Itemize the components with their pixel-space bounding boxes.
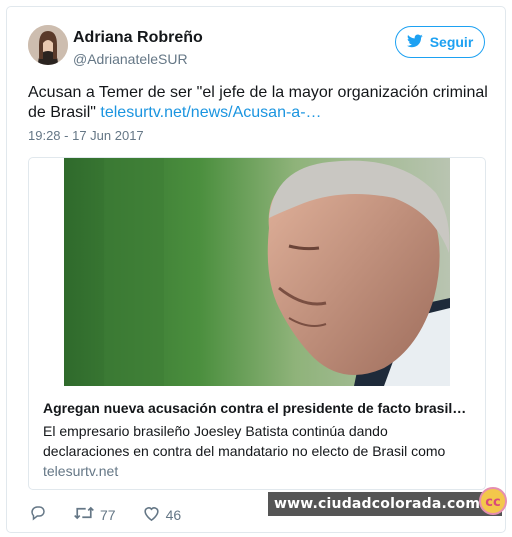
author-handle[interactable]: @AdrianateleSUR bbox=[73, 51, 188, 67]
reply-button[interactable] bbox=[29, 504, 47, 525]
retweet-button[interactable]: 77 bbox=[73, 504, 116, 525]
watermark-text: www.ciudadcolorada.com bbox=[274, 496, 481, 512]
link-preview-card[interactable]: Agregan nueva acusación contra el presid… bbox=[28, 157, 486, 490]
svg-text:cc: cc bbox=[485, 495, 500, 510]
retweet-count: 77 bbox=[100, 506, 116, 523]
tweet-link[interactable]: telesurtv.net/news/Acusan-a-… bbox=[100, 104, 321, 121]
link-card-title[interactable]: Agregan nueva acusación contra el presid… bbox=[43, 400, 473, 416]
preview-image bbox=[64, 158, 450, 386]
link-card-domain: telesurtv.net bbox=[43, 463, 119, 479]
link-card-description: El empresario brasileño Joesley Batista … bbox=[43, 423, 446, 459]
tweet-text: Acusan a Temer de ser "el jefe de la may… bbox=[28, 83, 488, 123]
twitter-bird-icon bbox=[406, 33, 423, 51]
author-name[interactable]: Adriana Robreño bbox=[73, 29, 203, 47]
heart-icon bbox=[142, 504, 161, 525]
retweet-icon bbox=[73, 504, 95, 525]
follow-button[interactable]: Seguir bbox=[395, 26, 485, 58]
watermark: www.ciudadcolorada.com cc bbox=[268, 487, 507, 516]
reply-icon bbox=[29, 504, 47, 525]
avatar[interactable] bbox=[28, 25, 68, 65]
tweet-timestamp[interactable]: 19:28 - 17 Jun 2017 bbox=[28, 128, 144, 143]
watermark-logo: cc bbox=[478, 486, 508, 521]
tweet-card: Adriana Robreño @AdrianateleSUR Seguir A… bbox=[6, 6, 506, 533]
follow-label: Seguir bbox=[429, 34, 474, 50]
tweet-actions: 77 46 bbox=[29, 504, 207, 525]
like-button[interactable]: 46 bbox=[142, 504, 182, 525]
like-count: 46 bbox=[165, 506, 182, 523]
